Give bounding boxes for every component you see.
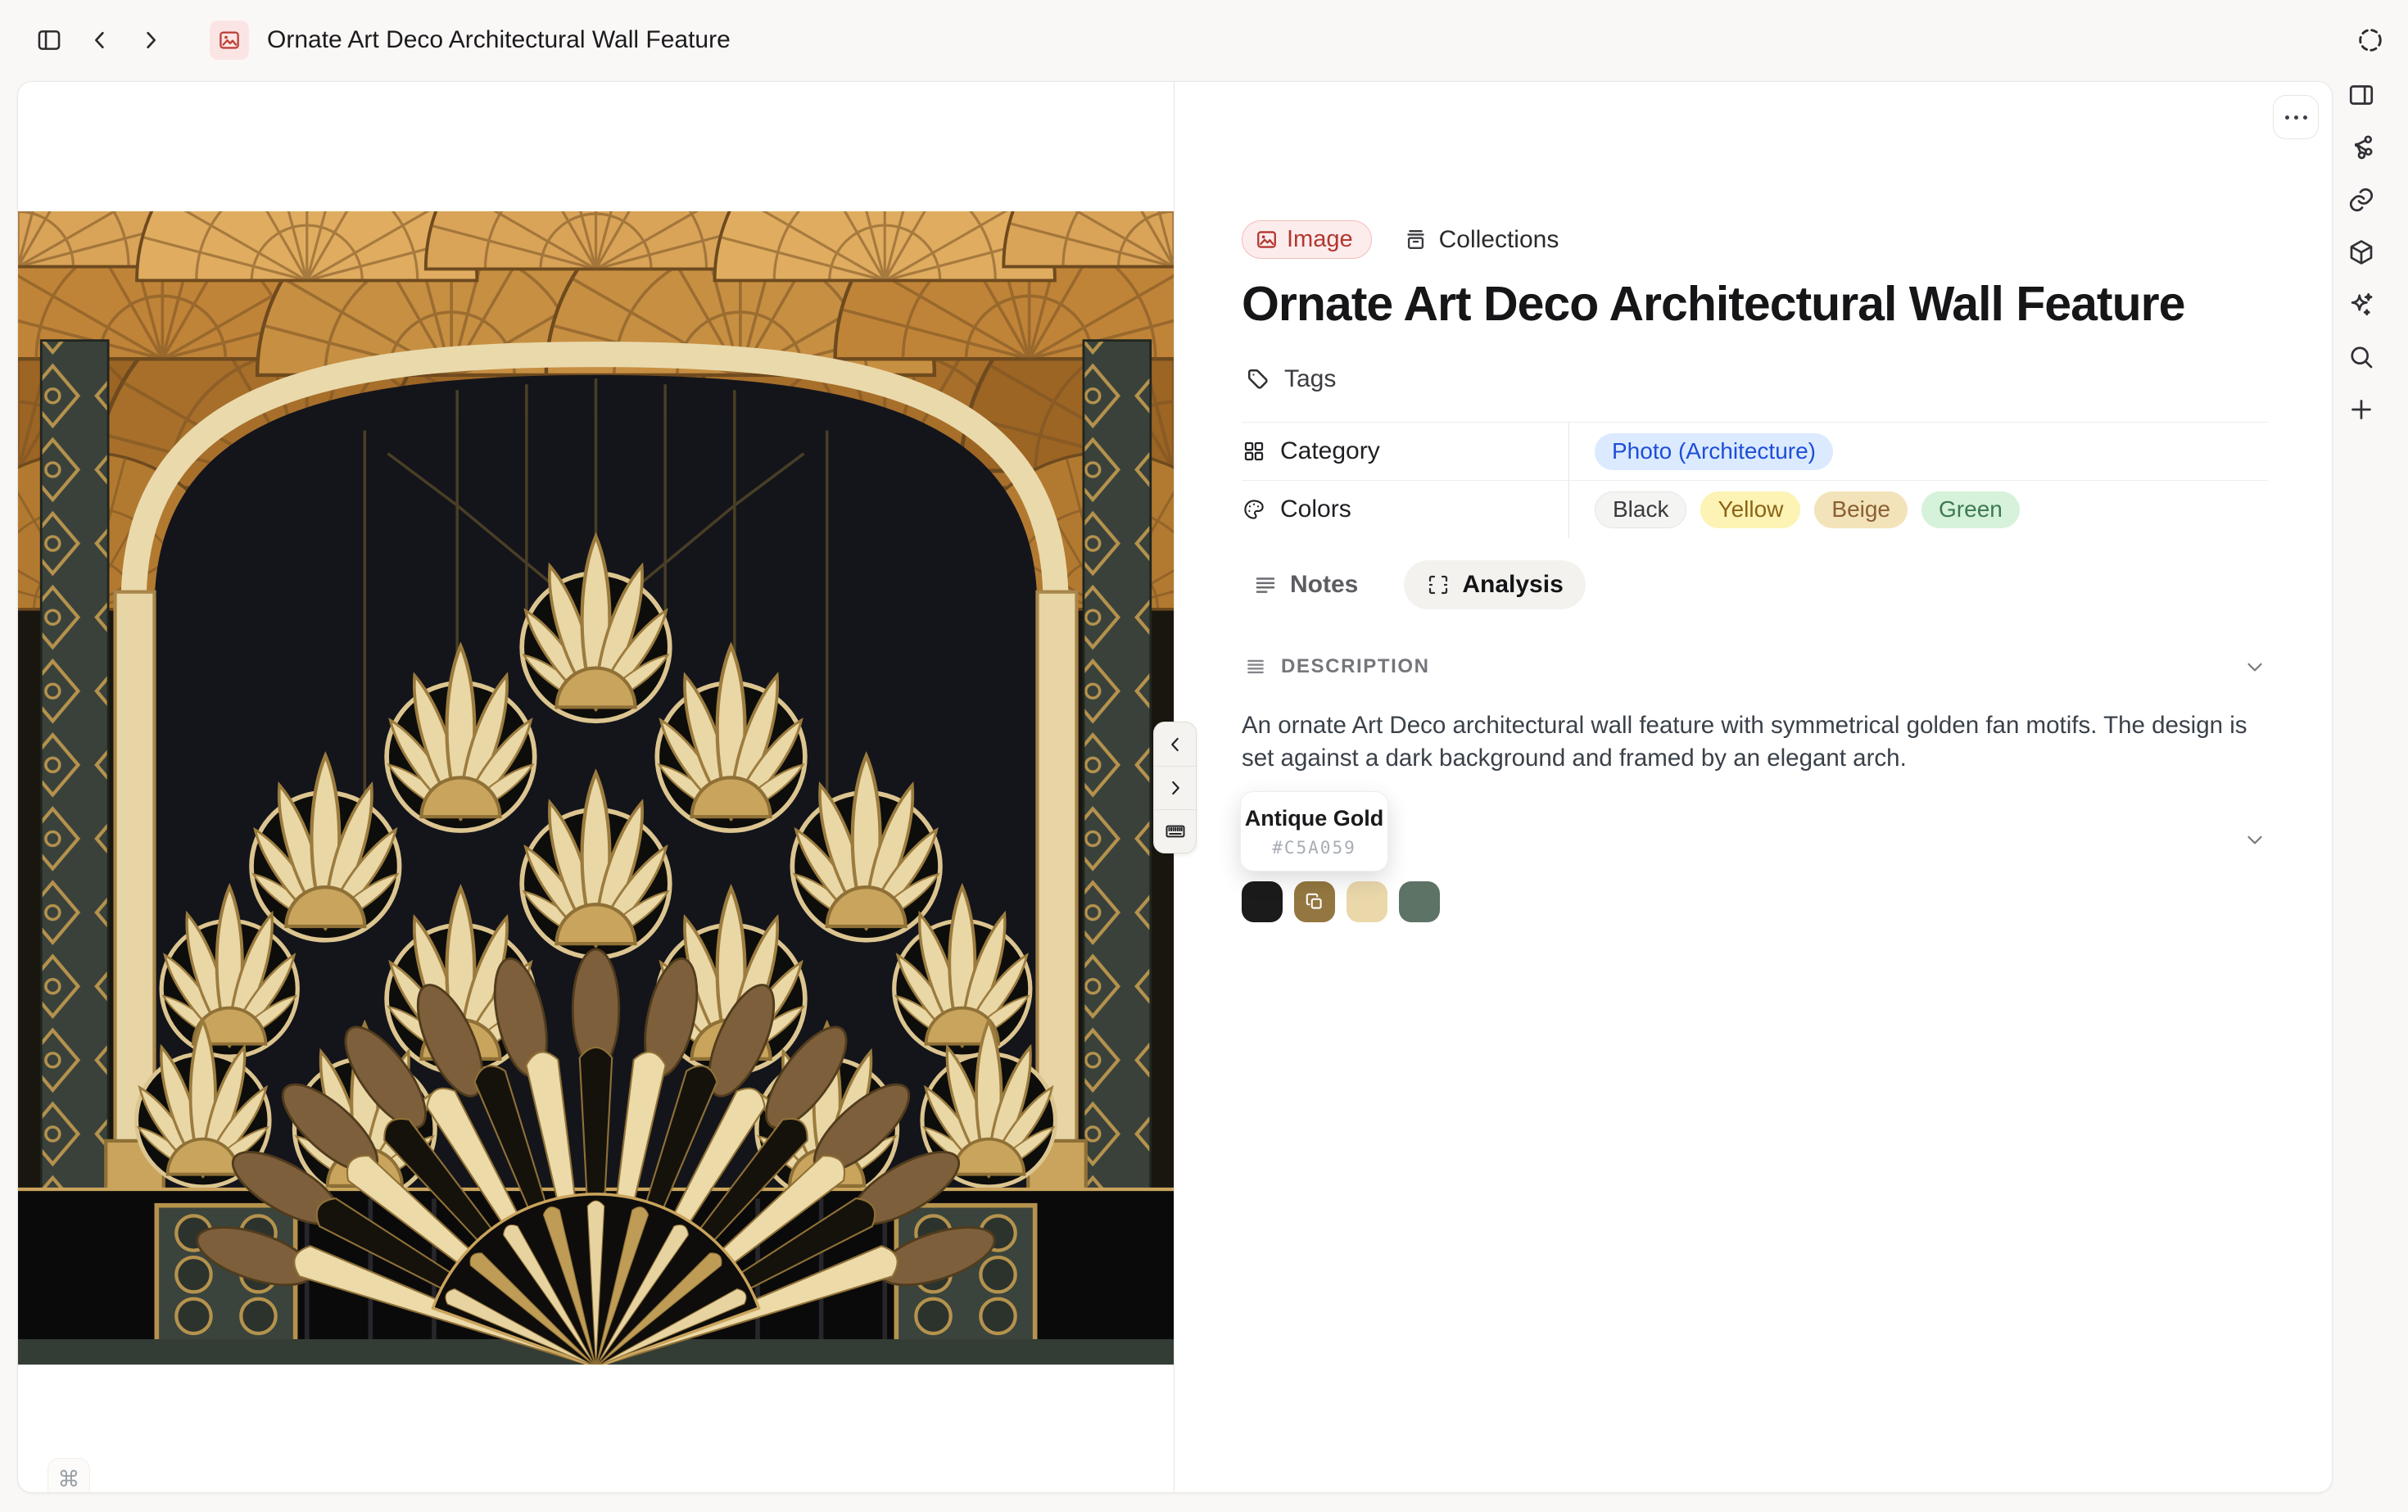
right-toolbar	[2333, 79, 2408, 426]
keyboard-shortcuts-button[interactable]: ⌘	[48, 1458, 90, 1493]
collections-icon	[1403, 227, 1428, 252]
type-badge-label: Image	[1287, 226, 1353, 253]
tags-label: Tags	[1284, 365, 1336, 393]
description-heading: DESCRIPTION	[1281, 655, 1430, 678]
ellipsis-icon	[2285, 115, 2289, 120]
category-value-pill[interactable]: Photo (Architecture)	[1595, 433, 1833, 470]
search-button[interactable]	[2345, 341, 2378, 373]
top-bar: Ornate Art Deco Architectural Wall Featu…	[0, 0, 2408, 80]
palette-swatches	[1242, 881, 1440, 922]
ai-sparkles-button[interactable]	[2345, 288, 2378, 321]
colors-value: Black Yellow Beige Green	[1568, 481, 2268, 538]
swatch-black[interactable]	[1242, 881, 1283, 922]
tab-analysis[interactable]: Analysis	[1404, 560, 1585, 609]
notes-lines-icon	[1253, 573, 1278, 597]
panel-left-icon	[35, 26, 63, 54]
copy-icon	[1304, 891, 1325, 912]
type-badge[interactable]: Image	[1242, 220, 1372, 259]
page-title: Ornate Art Deco Architectural Wall Featu…	[1242, 277, 2290, 331]
panel-right-icon	[2347, 80, 2376, 110]
description-lines-icon	[1245, 656, 1266, 677]
palette-icon	[1242, 497, 1266, 522]
color-tooltip-name: Antique Gold	[1245, 806, 1383, 831]
collections-label: Collections	[1439, 226, 1559, 254]
chevron-down-icon	[2243, 654, 2267, 679]
palette-collapse-button[interactable]	[2241, 826, 2269, 853]
graph-network-icon	[2347, 133, 2376, 162]
3d-cube-button[interactable]	[2345, 236, 2378, 269]
category-label: Category	[1242, 437, 1568, 465]
viewer-controls	[1153, 722, 1197, 853]
keyboard-icon	[1164, 820, 1187, 843]
grid-icon	[1242, 439, 1266, 464]
document-type-chip	[210, 20, 249, 60]
sidebar-toggle-button[interactable]	[28, 19, 70, 61]
panels-button[interactable]	[2345, 79, 2378, 111]
chevron-right-icon	[1165, 777, 1186, 799]
next-item-button[interactable]	[1154, 766, 1196, 809]
tag-icon	[1245, 366, 1272, 393]
detail-tabs: Notes Analysis	[1253, 560, 1586, 609]
focus-mode-button[interactable]	[2354, 24, 2387, 57]
previous-item-button[interactable]	[1154, 722, 1196, 766]
plus-icon	[2347, 395, 2376, 424]
color-tooltip: Antique Gold #C5A059	[1240, 791, 1388, 871]
add-button[interactable]	[2345, 393, 2378, 426]
scan-frame-icon	[1426, 573, 1451, 597]
artwork-image	[18, 211, 1174, 1365]
details-panel: Image Collections Ornate Art Deco Archit…	[1175, 82, 2333, 1492]
color-pill[interactable]: Green	[1921, 491, 2020, 528]
chevron-left-icon	[87, 27, 113, 53]
description-collapse-button[interactable]	[2241, 653, 2269, 681]
link-button[interactable]	[2345, 183, 2378, 216]
properties-table: Category Photo (Architecture)	[1242, 422, 2268, 538]
back-button[interactable]	[79, 19, 121, 61]
colors-row: Colors Black Yellow Beige Green	[1242, 480, 2268, 538]
window-title: Ornate Art Deco Architectural Wall Featu…	[267, 26, 731, 54]
color-pill[interactable]: Beige	[1814, 491, 1908, 528]
dashed-circle-icon	[2356, 25, 2385, 55]
colors-label: Colors	[1242, 496, 1568, 523]
sparkles-icon	[2347, 290, 2376, 319]
more-options-button[interactable]	[2273, 95, 2319, 139]
tags-button[interactable]: Tags	[1245, 365, 1336, 393]
category-row: Category Photo (Architecture)	[1242, 422, 2268, 480]
forward-button[interactable]	[129, 19, 172, 61]
swatch-antique-gold[interactable]	[1294, 881, 1335, 922]
chevron-left-icon	[1165, 734, 1186, 755]
badge-row: Image Collections	[1242, 220, 1559, 259]
description-section-header[interactable]: DESCRIPTION	[1245, 655, 1430, 678]
app-root: Ornate Art Deco Architectural Wall Featu…	[0, 0, 2408, 1512]
description-text: An ornate Art Deco architectural wall fe…	[1242, 709, 2274, 775]
link-icon	[2347, 185, 2376, 215]
chevron-right-icon	[138, 27, 164, 53]
search-icon	[2347, 342, 2376, 372]
image-icon	[1255, 228, 1279, 251]
keyboard-panel-button[interactable]	[1154, 809, 1196, 853]
swatch-green[interactable]	[1399, 881, 1440, 922]
chevron-down-icon	[2243, 827, 2267, 852]
color-pill[interactable]: Black	[1595, 491, 1686, 528]
color-tooltip-hex: #C5A059	[1272, 838, 1356, 858]
command-icon: ⌘	[58, 1467, 80, 1492]
content-card: ⌘	[17, 81, 2333, 1493]
image-icon	[217, 28, 242, 52]
category-value: Photo (Architecture)	[1568, 423, 2268, 480]
graph-view-button[interactable]	[2345, 131, 2378, 164]
cube-icon	[2347, 238, 2376, 267]
collections-button[interactable]: Collections	[1403, 226, 1559, 254]
image-viewer-panel: ⌘	[18, 82, 1174, 1492]
color-pill[interactable]: Yellow	[1700, 491, 1800, 528]
swatch-beige[interactable]	[1347, 881, 1387, 922]
tab-notes[interactable]: Notes	[1253, 571, 1358, 599]
